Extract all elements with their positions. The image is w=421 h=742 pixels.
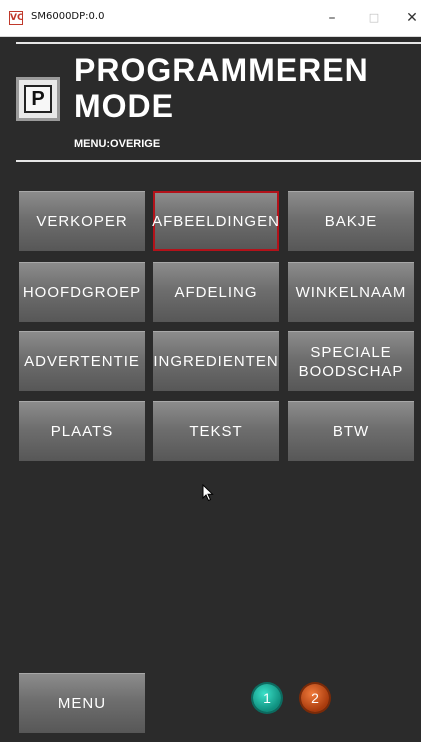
bakje-button[interactable]: BAKJE [288,191,414,251]
maximize-button[interactable]: □ [364,8,384,28]
hoofdgroep-button[interactable]: HOOFDGROEP [19,262,145,322]
page-1-button[interactable]: 1 [253,684,281,712]
btw-button[interactable]: BTW [288,401,414,461]
mouse-pointer-icon [202,484,214,502]
window-title: SM6000DP:0.0 [31,11,105,22]
close-button[interactable]: ✕ [404,8,420,28]
advertentie-button[interactable]: ADVERTENTIE [19,331,145,391]
logo-letter: P [24,85,52,113]
menu-button[interactable]: MENU [19,673,145,733]
window-title-bar: VC SM6000DP:0.0 – □ ✕ [0,0,421,37]
header-divider-bottom [16,160,421,162]
ingredienten-button[interactable]: INGREDIENTEN [153,331,279,391]
page-title: PROGRAMMEREN MODE [74,52,369,124]
programming-logo-icon: P [16,77,60,121]
afbeeldingen-button[interactable]: AFBEELDINGEN [152,191,279,251]
verkoper-button[interactable]: VERKOPER [19,191,145,251]
plaats-button[interactable]: PLAATS [19,401,145,461]
afdeling-button[interactable]: AFDELING [153,262,279,322]
minimize-button[interactable]: – [322,8,342,28]
header-divider-top [16,42,421,44]
tekst-button[interactable]: TEKST [153,401,279,461]
app-icon: VC [9,11,24,25]
page-2-button[interactable]: 2 [301,684,329,712]
winkelnaam-button[interactable]: WINKELNAAM [288,262,414,322]
page-subtitle: MENU:OVERIGE [74,138,161,150]
speciale-boodschap-button[interactable]: SPECIALE BOODSCHAP [288,331,414,391]
